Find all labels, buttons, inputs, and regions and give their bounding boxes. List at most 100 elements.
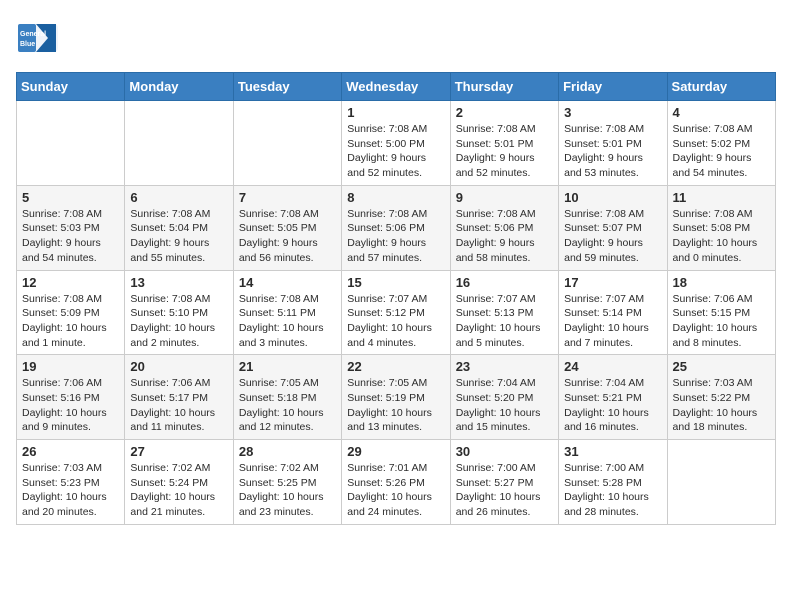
day-number: 11 (673, 190, 770, 205)
day-info: Sunrise: 7:08 AM Sunset: 5:11 PM Dayligh… (239, 292, 336, 351)
day-info: Sunrise: 7:08 AM Sunset: 5:07 PM Dayligh… (564, 207, 661, 266)
day-cell: 3 Sunrise: 7:08 AM Sunset: 5:01 PM Daylig… (559, 101, 667, 186)
header-thursday: Thursday (450, 73, 558, 101)
day-info: Sunrise: 7:02 AM Sunset: 5:24 PM Dayligh… (130, 461, 227, 520)
day-cell: 5Sunrise: 7:08 AM Sunset: 5:03 PM Daylig… (17, 185, 125, 270)
day-cell: 10 Sunrise: 7:08 AM Sunset: 5:07 PM Dayli… (559, 185, 667, 270)
header-sunday: Sunday (17, 73, 125, 101)
day-info: Sunrise: 7:08 AM Sunset: 5:00 PM Dayligh… (347, 122, 444, 181)
day-cell: 1 Sunrise: 7:08 AM Sunset: 5:00 PM Daylig… (342, 101, 450, 186)
day-cell: 6Sunrise: 7:08 AM Sunset: 5:04 PM Daylig… (125, 185, 233, 270)
day-number: 23 (456, 359, 553, 374)
day-number: 10 (564, 190, 661, 205)
day-info: Sunrise: 7:08 AM Sunset: 5:06 PM Dayligh… (456, 207, 553, 266)
day-info: Sunrise: 7:08 AM Sunset: 5:02 PM Dayligh… (673, 122, 770, 181)
day-number: 25 (673, 359, 770, 374)
day-number: 14 (239, 275, 336, 290)
day-info: Sunrise: 7:08 AM Sunset: 5:03 PM Dayligh… (22, 207, 119, 266)
day-number: 3 (564, 105, 661, 120)
day-number: 13 (130, 275, 227, 290)
day-cell: 24 Sunrise: 7:04 AM Sunset: 5:21 PM Dayli… (559, 355, 667, 440)
day-number: 31 (564, 444, 661, 459)
day-info: Sunrise: 7:08 AM Sunset: 5:04 PM Dayligh… (130, 207, 227, 266)
logo-icon: General Blue (16, 16, 60, 60)
day-info: Sunrise: 7:08 AM Sunset: 5:01 PM Dayligh… (564, 122, 661, 181)
day-cell: 26Sunrise: 7:03 AM Sunset: 5:23 PM Dayli… (17, 440, 125, 525)
day-number: 22 (347, 359, 444, 374)
calendar-table: Sunday Monday Tuesday Wednesday Thursday… (16, 72, 776, 525)
day-info: Sunrise: 7:08 AM Sunset: 5:05 PM Dayligh… (239, 207, 336, 266)
day-number: 4 (673, 105, 770, 120)
header-saturday: Saturday (667, 73, 775, 101)
day-number: 29 (347, 444, 444, 459)
day-number: 17 (564, 275, 661, 290)
day-cell: 19 Sunrise: 7:06 AM Sunset: 5:16 PM Dayli… (17, 355, 125, 440)
day-cell: 15 Sunrise: 7:07 AM Sunset: 5:12 PM Dayli… (342, 270, 450, 355)
day-info: Sunrise: 7:05 AM Sunset: 5:18 PM Dayligh… (239, 376, 336, 435)
day-number: 12 (22, 275, 119, 290)
day-info: Sunrise: 7:00 AM Sunset: 5:28 PM Dayligh… (564, 461, 661, 520)
day-info: Sunrise: 7:04 AM Sunset: 5:21 PM Dayligh… (564, 376, 661, 435)
day-number: 27 (130, 444, 227, 459)
svg-text:Blue: Blue (20, 41, 35, 48)
day-cell: 22 Sunrise: 7:05 AM Sunset: 5:19 PM Dayli… (342, 355, 450, 440)
day-cell: 25 Sunrise: 7:03 AM Sunset: 5:22 PM Dayli… (667, 355, 775, 440)
day-info: Sunrise: 7:06 AM Sunset: 5:16 PM Dayligh… (22, 376, 119, 435)
day-number: 30 (456, 444, 553, 459)
day-cell: 27 Sunrise: 7:02 AM Sunset: 5:24 PM Dayli… (125, 440, 233, 525)
day-cell (125, 101, 233, 186)
day-info: Sunrise: 7:07 AM Sunset: 5:12 PM Dayligh… (347, 292, 444, 351)
day-number: 16 (456, 275, 553, 290)
day-number: 2 (456, 105, 553, 120)
day-info: Sunrise: 7:08 AM Sunset: 5:06 PM Dayligh… (347, 207, 444, 266)
day-number: 20 (130, 359, 227, 374)
day-cell: 30Sunrise: 7:00 AM Sunset: 5:27 PM Dayli… (450, 440, 558, 525)
day-cell: 17 Sunrise: 7:07 AM Sunset: 5:14 PM Dayli… (559, 270, 667, 355)
day-cell: 16 Sunrise: 7:07 AM Sunset: 5:13 PM Dayli… (450, 270, 558, 355)
svg-text:General: General (20, 31, 46, 38)
weekday-header-row: Sunday Monday Tuesday Wednesday Thursday… (17, 73, 776, 101)
day-info: Sunrise: 7:08 AM Sunset: 5:10 PM Dayligh… (130, 292, 227, 351)
day-number: 7 (239, 190, 336, 205)
day-info: Sunrise: 7:03 AM Sunset: 5:23 PM Dayligh… (22, 461, 119, 520)
day-cell: 11 Sunrise: 7:08 AM Sunset: 5:08 PM Dayli… (667, 185, 775, 270)
day-info: Sunrise: 7:06 AM Sunset: 5:15 PM Dayligh… (673, 292, 770, 351)
day-cell (233, 101, 341, 186)
day-cell: 20Sunrise: 7:06 AM Sunset: 5:17 PM Dayli… (125, 355, 233, 440)
day-info: Sunrise: 7:08 AM Sunset: 5:08 PM Dayligh… (673, 207, 770, 266)
header-tuesday: Tuesday (233, 73, 341, 101)
day-cell: 12Sunrise: 7:08 AM Sunset: 5:09 PM Dayli… (17, 270, 125, 355)
page-header: General Blue (16, 16, 776, 60)
day-cell: 13 Sunrise: 7:08 AM Sunset: 5:10 PM Dayli… (125, 270, 233, 355)
week-row-4: 19 Sunrise: 7:06 AM Sunset: 5:16 PM Dayli… (17, 355, 776, 440)
day-cell: 4 Sunrise: 7:08 AM Sunset: 5:02 PM Daylig… (667, 101, 775, 186)
week-row-5: 26Sunrise: 7:03 AM Sunset: 5:23 PM Dayli… (17, 440, 776, 525)
day-number: 8 (347, 190, 444, 205)
day-number: 21 (239, 359, 336, 374)
day-number: 19 (22, 359, 119, 374)
week-row-3: 12Sunrise: 7:08 AM Sunset: 5:09 PM Dayli… (17, 270, 776, 355)
day-number: 24 (564, 359, 661, 374)
day-number: 1 (347, 105, 444, 120)
day-info: Sunrise: 7:07 AM Sunset: 5:13 PM Dayligh… (456, 292, 553, 351)
day-info: Sunrise: 7:07 AM Sunset: 5:14 PM Dayligh… (564, 292, 661, 351)
day-info: Sunrise: 7:03 AM Sunset: 5:22 PM Dayligh… (673, 376, 770, 435)
day-cell (667, 440, 775, 525)
day-cell: 21 Sunrise: 7:05 AM Sunset: 5:18 PM Dayli… (233, 355, 341, 440)
week-row-1: 1 Sunrise: 7:08 AM Sunset: 5:00 PM Daylig… (17, 101, 776, 186)
week-row-2: 5Sunrise: 7:08 AM Sunset: 5:03 PM Daylig… (17, 185, 776, 270)
day-number: 28 (239, 444, 336, 459)
day-cell: 18 Sunrise: 7:06 AM Sunset: 5:15 PM Dayli… (667, 270, 775, 355)
day-cell: 23 Sunrise: 7:04 AM Sunset: 5:20 PM Dayli… (450, 355, 558, 440)
day-cell: 29 Sunrise: 7:01 AM Sunset: 5:26 PM Dayli… (342, 440, 450, 525)
day-number: 15 (347, 275, 444, 290)
logo: General Blue (16, 16, 60, 60)
day-info: Sunrise: 7:02 AM Sunset: 5:25 PM Dayligh… (239, 461, 336, 520)
day-number: 18 (673, 275, 770, 290)
day-info: Sunrise: 7:01 AM Sunset: 5:26 PM Dayligh… (347, 461, 444, 520)
day-info: Sunrise: 7:05 AM Sunset: 5:19 PM Dayligh… (347, 376, 444, 435)
day-info: Sunrise: 7:04 AM Sunset: 5:20 PM Dayligh… (456, 376, 553, 435)
day-cell: 31 Sunrise: 7:00 AM Sunset: 5:28 PM Dayli… (559, 440, 667, 525)
header-friday: Friday (559, 73, 667, 101)
day-cell: 28 Sunrise: 7:02 AM Sunset: 5:25 PM Dayli… (233, 440, 341, 525)
